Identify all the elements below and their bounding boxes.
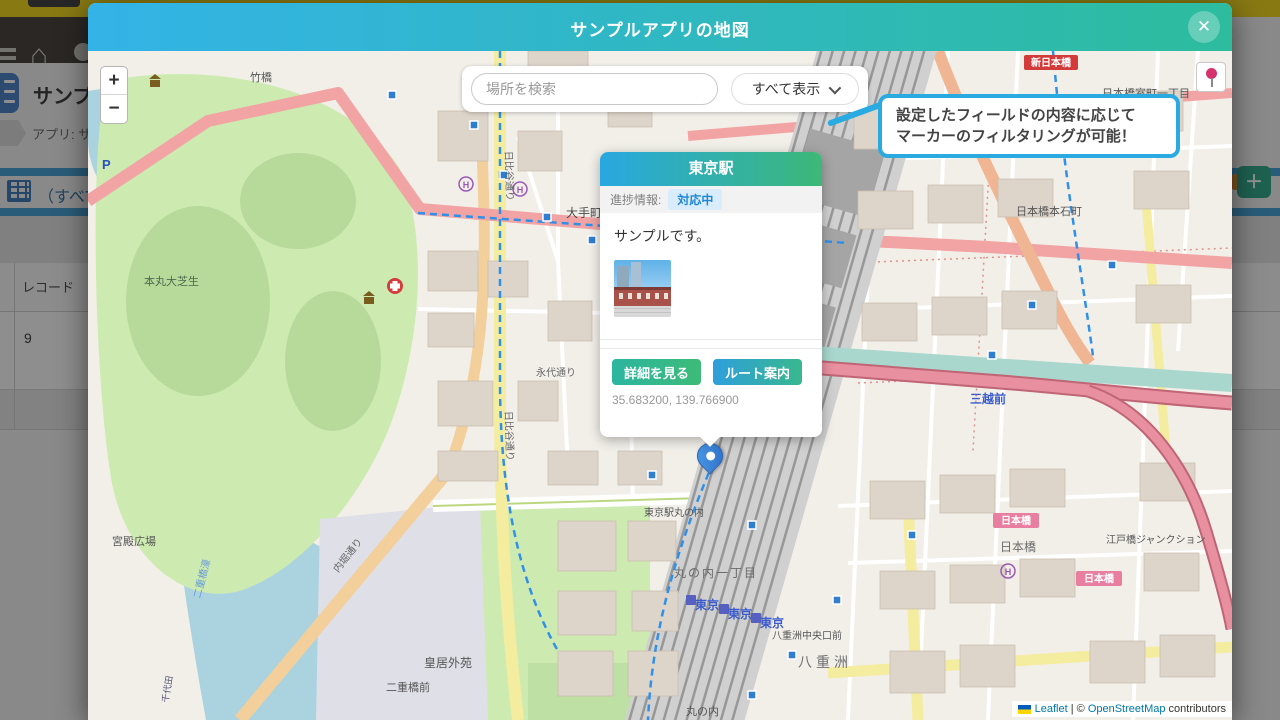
screen: ⌂ サンプル アプリ: サ （すべて レコード 9 ＋ サンプルアプリの地図 ✕ [0, 0, 1280, 720]
filter-dropdown[interactable]: すべて表示 [731, 73, 859, 105]
map-label: 宮殿広場 [112, 534, 156, 548]
filter-value: すべて表示 [752, 79, 820, 99]
ukraine-flag-icon [1018, 705, 1031, 714]
map-label: 皇居外苑 [424, 656, 472, 670]
popup-title: 東京駅 [600, 152, 822, 186]
marker-popup: 東京駅 進捗情報: 対応中 サンプルです。 [600, 152, 822, 437]
popup-coordinates: 35.683200, 139.766900 [600, 391, 822, 409]
osm-link[interactable]: OpenStreetMap [1088, 703, 1166, 715]
map-label: 日本橋 [1001, 514, 1032, 527]
popup-description: サンプルです。 [600, 213, 822, 254]
status-badge: 対応中 [668, 189, 722, 210]
map-label: 日本橋本石町 [1016, 204, 1082, 218]
map-label: 八重洲 [798, 654, 852, 670]
map-label: 丸の内一丁目 [674, 566, 758, 580]
zoom-in-button[interactable]: + [101, 67, 127, 95]
leaflet-link[interactable]: Leaflet [1035, 703, 1068, 715]
map-label: 東京駅丸の内 [644, 506, 704, 519]
search-input[interactable] [471, 73, 718, 105]
callout-tooltip: 設定したフィールドの内容に応じて マーカーのフィルタリングが可能！ [878, 94, 1180, 158]
parking-icon: P [102, 157, 111, 172]
svg-text:H: H [517, 185, 524, 195]
hospital-icon [387, 278, 403, 294]
map-label: 東京 [695, 597, 719, 612]
route-button[interactable]: ルート案内 [713, 359, 802, 385]
modal-header: サンプルアプリの地図 ✕ [88, 3, 1232, 51]
chevron-down-icon [829, 81, 842, 94]
map-label: 大手町 [566, 206, 602, 220]
popup-status-row: 進捗情報: 対応中 [600, 186, 822, 213]
map-label: 日本橋 [1000, 540, 1036, 554]
pushpin-stick [1211, 78, 1213, 87]
map-label: 竹橋 [250, 70, 272, 84]
map-label: 永代通り [536, 366, 576, 379]
search-bar: すべて表示 [462, 66, 868, 112]
modal-title: サンプルアプリの地図 [88, 16, 1232, 41]
callout-line2: マーカーのフィルタリングが可能！ [896, 126, 1162, 147]
map-label: 千代田 [160, 675, 175, 703]
map-label: 日比谷通り [502, 411, 516, 461]
close-icon[interactable]: ✕ [1188, 11, 1220, 43]
popup-buttons: 詳細を見る ルート案内 [600, 349, 822, 391]
map-attribution: Leaflet | © OpenStreetMap contributors [1012, 701, 1232, 717]
marker-toggle-button[interactable] [1196, 62, 1226, 92]
map-label: 日比谷通り [502, 151, 516, 201]
map-label: 日本橋 [1084, 572, 1115, 585]
map-label: 八重洲中央口前 [772, 629, 842, 642]
map-label: 江戸橋ジャンクション [1106, 533, 1206, 546]
svg-text:H: H [463, 180, 470, 190]
svg-text:H: H [1005, 567, 1012, 577]
map-modal: サンプルアプリの地図 ✕ [88, 3, 1232, 720]
map-label: 本丸大芝生 [144, 274, 199, 288]
attribution-suffix: contributors [1165, 703, 1226, 715]
attribution-sep: | © [1068, 703, 1088, 715]
map-label: 丸の内 [686, 704, 719, 718]
map-label: 二重橋前 [386, 680, 430, 694]
detail-button[interactable]: 詳細を見る [612, 359, 701, 385]
map-label: 東京 [728, 606, 752, 621]
station-photo-thumbnail[interactable] [614, 260, 671, 317]
map-canvas[interactable]: H H H P 竹橋 大手町 本丸大芝生 宮殿広場 二重橋濠 [88, 51, 1232, 720]
map-label: 三越前 [970, 391, 1006, 406]
zoom-control: + − [100, 66, 128, 124]
status-label: 進捗情報: [610, 191, 661, 208]
zoom-out-button[interactable]: − [101, 95, 127, 123]
callout-line1: 設定したフィールドの内容に応じて [896, 105, 1162, 126]
map-label: 東京 [760, 615, 784, 630]
map-label: 新日本橋 [1031, 56, 1072, 69]
